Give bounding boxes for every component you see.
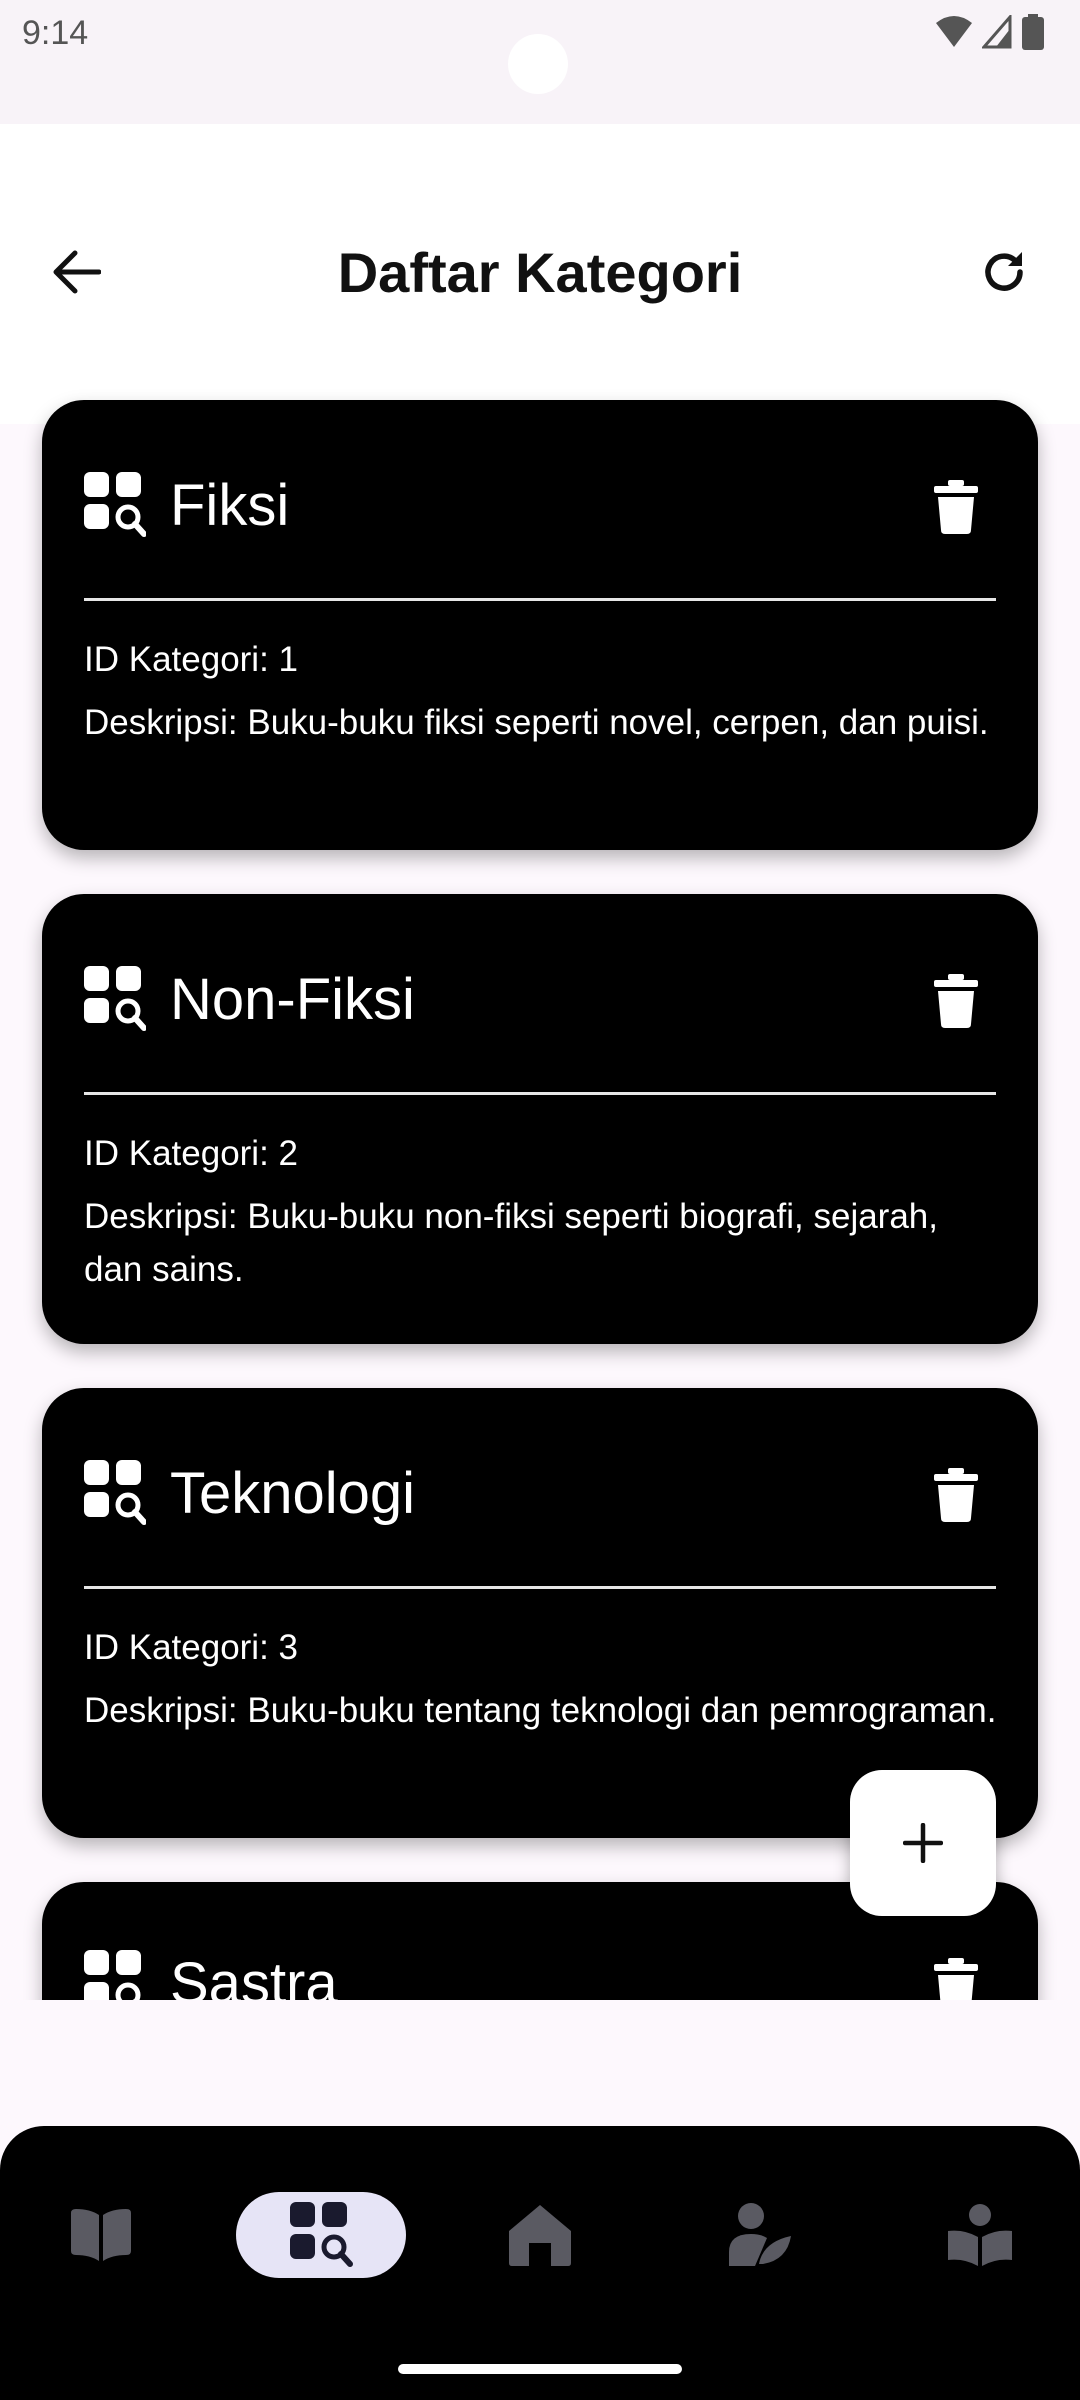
author-icon [729, 2203, 791, 2266]
category-search-icon [84, 966, 146, 1031]
category-id: ID Kategori: 1 [84, 640, 298, 679]
category-id: ID Kategori: 3 [84, 1628, 298, 1667]
card-divider [84, 1092, 996, 1095]
home-icon [509, 2205, 571, 2266]
category-list-viewport: Fiksi ID Kategori: 1 Deskripsi: Buku-buk… [0, 0, 1080, 2000]
category-name: Sastra [170, 1950, 338, 2001]
category-description: Deskripsi: Buku-buku non-fiksi seperti b… [84, 1197, 938, 1289]
category-card[interactable]: Non-Fiksi ID Kategori: 2 Deskripsi: Buku… [42, 894, 1038, 1344]
category-search-icon [290, 2202, 353, 2267]
category-name: Teknologi [170, 1460, 416, 1526]
card-header: Non-Fiksi [84, 964, 996, 1034]
category-card[interactable]: Fiksi ID Kategori: 1 Deskripsi: Buku-buk… [42, 400, 1038, 850]
delete-icon[interactable] [934, 480, 978, 534]
nav-item-categories[interactable] [236, 2192, 406, 2278]
category-description: Deskripsi: Buku-buku fiksi seperti novel… [84, 703, 989, 742]
nav-item-books[interactable] [16, 2192, 186, 2278]
category-id: ID Kategori: 2 [84, 1134, 298, 1173]
card-divider [84, 598, 996, 601]
category-search-icon [84, 1950, 141, 2000]
category-name: Fiksi [170, 472, 290, 538]
delete-icon[interactable] [934, 1468, 978, 1522]
add-category-button[interactable] [850, 1770, 996, 1916]
nav-item-home[interactable] [455, 2192, 625, 2278]
card-header: Sastra [84, 1948, 996, 2000]
home-indicator[interactable] [398, 2364, 682, 2374]
delete-icon[interactable] [934, 974, 978, 1028]
bottom-navigation [0, 2126, 1080, 2400]
category-description: Deskripsi: Buku-buku tentang teknologi d… [84, 1691, 997, 1730]
category-name: Non-Fiksi [170, 966, 415, 1032]
plus-icon [903, 1823, 943, 1863]
nav-item-authors[interactable] [675, 2192, 845, 2278]
category-search-icon [84, 1460, 146, 1525]
delete-icon[interactable] [934, 1958, 978, 2000]
card-divider [84, 1586, 996, 1589]
reader-icon [948, 2204, 1012, 2266]
nav-item-readers[interactable] [895, 2192, 1065, 2278]
category-search-icon [84, 472, 146, 537]
card-header: Fiksi [84, 470, 996, 540]
card-header: Teknologi [84, 1458, 996, 1528]
book-icon [71, 2209, 131, 2261]
